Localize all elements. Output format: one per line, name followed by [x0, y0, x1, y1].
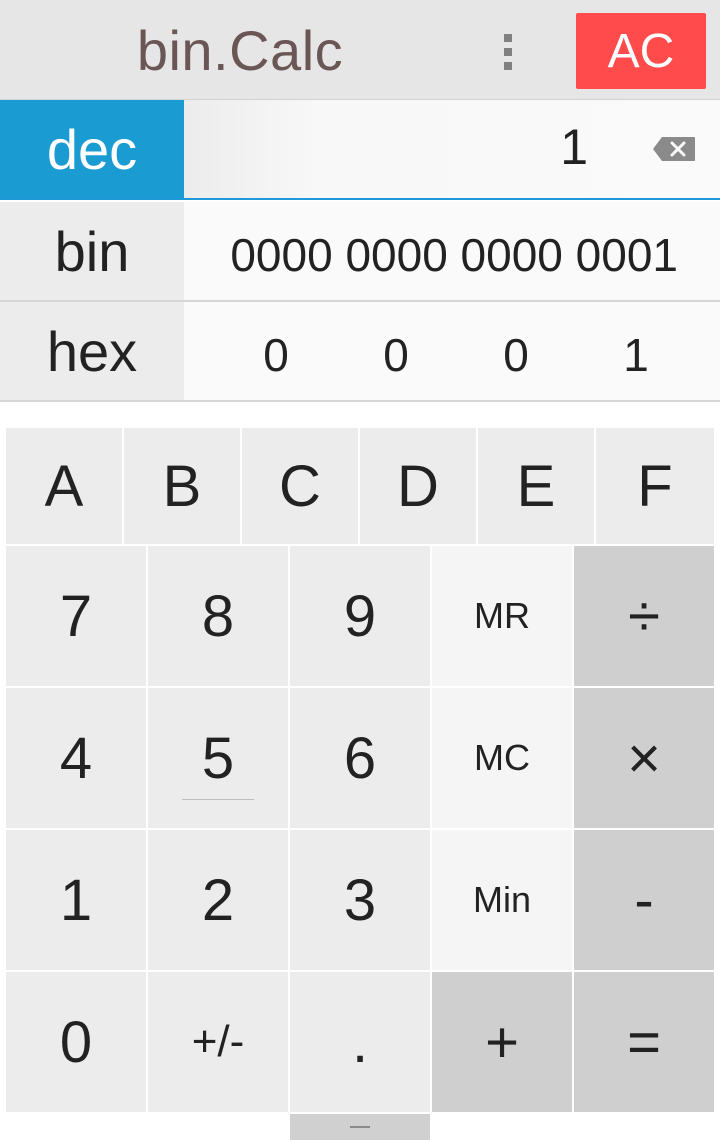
add-button[interactable]: +: [432, 972, 572, 1112]
key-a[interactable]: A: [6, 428, 122, 544]
bin-field[interactable]: 0000 0000 0000 0001: [184, 202, 720, 300]
key-6[interactable]: 6: [290, 688, 430, 828]
key-2[interactable]: 2: [148, 830, 288, 970]
key-8[interactable]: 8: [148, 546, 288, 686]
dec-value: 1: [560, 119, 588, 175]
key-7[interactable]: 7: [6, 546, 146, 686]
memory-clear-button[interactable]: MC: [432, 688, 572, 828]
dec-label[interactable]: dec: [0, 100, 184, 198]
key-0[interactable]: 0: [6, 972, 146, 1112]
hex-digit-2: 0: [383, 329, 409, 381]
bin-label[interactable]: bin: [0, 202, 184, 300]
memory-in-button[interactable]: Min: [432, 830, 572, 970]
app-bar: bin.Calc AC: [0, 0, 720, 100]
key-3[interactable]: 3: [290, 830, 430, 970]
dec-field[interactable]: 1: [184, 100, 720, 198]
key-5-label: 5: [201, 725, 235, 791]
negate-button[interactable]: +/-: [148, 972, 288, 1112]
hex-digit-4: 1: [623, 329, 649, 381]
key-9[interactable]: 9: [290, 546, 430, 686]
hex-field[interactable]: 0 0 0 1: [184, 302, 720, 400]
key-d[interactable]: D: [360, 428, 476, 544]
decimal-point-button[interactable]: .: [290, 972, 430, 1112]
key-f[interactable]: F: [596, 428, 714, 544]
hex-digit-1: 0: [263, 329, 289, 381]
dec-row[interactable]: dec 1: [0, 100, 720, 200]
memory-recall-button[interactable]: MR: [432, 546, 572, 686]
key-5[interactable]: 5: [148, 688, 288, 828]
overflow-menu-icon[interactable]: [500, 34, 516, 70]
all-clear-button[interactable]: AC: [576, 13, 706, 89]
bin-row[interactable]: bin 0000 0000 0000 0001: [0, 202, 720, 302]
subtract-button[interactable]: -: [574, 830, 714, 970]
key-b[interactable]: B: [124, 428, 240, 544]
hex-digit-3: 0: [503, 329, 529, 381]
key-c[interactable]: C: [242, 428, 358, 544]
key-e[interactable]: E: [478, 428, 594, 544]
bin-value: 0000 0000 0000 0001: [230, 229, 678, 281]
key-5-marker: [182, 799, 254, 800]
equals-button[interactable]: =: [574, 972, 714, 1112]
divide-button[interactable]: ÷: [574, 546, 714, 686]
backspace-icon[interactable]: [652, 136, 696, 162]
drag-handle[interactable]: [290, 1114, 430, 1140]
hex-row[interactable]: hex 0 0 0 1: [0, 302, 720, 402]
hex-label[interactable]: hex: [0, 302, 184, 400]
multiply-button[interactable]: ×: [574, 688, 714, 828]
key-4[interactable]: 4: [6, 688, 146, 828]
app-title: bin.Calc: [136, 19, 344, 82]
key-1[interactable]: 1: [6, 830, 146, 970]
